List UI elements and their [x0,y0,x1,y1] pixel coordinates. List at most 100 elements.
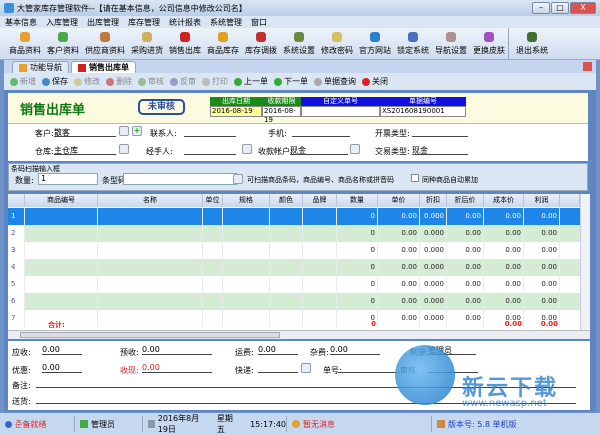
header-field-input[interactable]: 2016-08-19 [262,106,301,124]
grid-cell[interactable] [98,208,203,225]
grid-cell[interactable]: 0.00 [484,225,524,242]
customer-field[interactable]: 散客 [54,127,116,137]
grid-cell[interactable] [203,276,223,293]
toolbar-button[interactable]: 销售出库 [166,28,204,59]
toolbar-button[interactable]: 官方网站 [356,28,394,59]
express-field[interactable] [258,363,298,373]
customer-select-icon[interactable] [119,126,129,136]
grid-cell[interactable]: 0.000 [420,276,447,293]
grid-cell[interactable] [25,293,98,310]
grid-cell[interactable]: 0.00 [484,293,524,310]
grid-cell[interactable]: 0.00 [524,276,560,293]
grid-cell[interactable]: 0.00 [447,276,484,293]
toolbar-button[interactable]: 系统设置 [280,28,318,59]
grid-cell[interactable]: 0.00 [484,276,524,293]
menu-item[interactable]: 窗口 [251,17,267,28]
grid-cell[interactable] [270,225,303,242]
grid-cell[interactable] [270,276,303,293]
scroll-thumb[interactable] [20,332,280,338]
menu-item[interactable]: 入库管理 [46,17,78,28]
toolbar-button[interactable]: 更换皮肤 [470,28,509,59]
menu-item[interactable]: 统计报表 [169,17,201,28]
column-header[interactable]: 折后价 [447,194,484,207]
action-button[interactable]: 修改 [74,76,100,87]
phone-field[interactable] [292,127,350,137]
action-button[interactable]: 关闭 [362,76,388,87]
grid-cell[interactable] [98,310,203,327]
grid-cell[interactable]: 0 [337,242,378,259]
misc-field[interactable]: 0.00 [330,345,380,355]
tab-sales-outbound[interactable]: 销售出库单 [71,61,136,73]
grid-cell[interactable] [98,259,203,276]
grid-cell[interactable]: 0.00 [378,225,420,242]
grid-cell[interactable]: 0.000 [420,208,447,225]
grid-cell[interactable] [303,293,337,310]
column-header[interactable]: 颜色 [270,194,303,207]
grid-cell[interactable] [270,293,303,310]
action-button[interactable]: 单据查询 [314,76,356,87]
grid-cell[interactable]: 0.00 [378,310,420,327]
quantity-input[interactable]: 1 [38,173,98,185]
grid-cell[interactable] [303,310,337,327]
auto-accumulate-checkbox[interactable] [411,174,419,182]
contact-field[interactable] [184,127,236,137]
grid-cell[interactable] [203,208,223,225]
toolbar-button[interactable]: 供应商资料 [82,28,128,59]
action-button[interactable]: 下一单 [274,76,308,87]
grid-cell[interactable] [223,293,270,310]
grid-cell[interactable] [303,276,337,293]
grid-cell[interactable] [270,259,303,276]
grid-cell[interactable]: 0.00 [378,259,420,276]
grid-cell[interactable]: 0 [337,276,378,293]
action-button[interactable]: 审核 [138,76,164,87]
action-button[interactable]: 保存 [42,76,68,87]
column-header[interactable]: 名称 [98,194,203,207]
grid-cell[interactable] [223,310,270,327]
grid-cell[interactable] [25,225,98,242]
grid-cell[interactable]: 0.000 [420,225,447,242]
column-header[interactable]: 商品编号 [25,194,98,207]
table-row[interactable]: 4 0 0.00 0.000 0.00 0.00 0.00 [8,259,580,276]
grid-cell[interactable] [25,276,98,293]
barcode-input[interactable] [123,173,237,185]
menu-item[interactable]: 系统管理 [210,17,242,28]
grid-cell[interactable] [98,276,203,293]
vertical-scrollbar[interactable] [580,194,590,330]
table-row[interactable]: 2 0 0.00 0.000 0.00 0.00 0.00 [8,225,580,242]
grid-cell[interactable]: 0.00 [378,242,420,259]
menu-item[interactable]: 出库管理 [87,17,119,28]
table-row[interactable]: 1 0 0.00 0.000 0.00 0.00 0.00 [8,208,580,225]
handler-select-icon[interactable] [242,144,252,154]
discount-field[interactable]: 0.00 [42,363,82,373]
column-header[interactable]: 单位 [203,194,223,207]
grid-cell[interactable]: 0.000 [420,310,447,327]
maximize-button[interactable]: □ [551,2,569,14]
grid-cell[interactable]: 0.000 [420,293,447,310]
grid-cell[interactable] [25,242,98,259]
grid-cell[interactable]: 0.00 [378,293,420,310]
toolbar-button[interactable]: 锁定系统 [394,28,432,59]
invoice-type-field[interactable] [412,127,468,137]
warehouse-field[interactable]: 主仓库 [54,145,116,155]
receivable-field[interactable]: 0.00 [42,345,82,355]
add-customer-icon[interactable]: + [132,126,142,136]
express-select-icon[interactable] [301,363,311,373]
grid-cell[interactable] [25,208,98,225]
grid-cell[interactable]: 0.00 [447,225,484,242]
grid-cell[interactable] [203,293,223,310]
grid-cell[interactable]: 0.00 [378,276,420,293]
action-button[interactable]: 反审 [170,76,196,87]
grid-cell[interactable]: 0.00 [524,242,560,259]
horizontal-scrollbar[interactable] [8,330,590,339]
grid-cell[interactable] [303,242,337,259]
toolbar-button[interactable]: 采购进货 [128,28,166,59]
toolbar-button[interactable]: 修改密码 [318,28,356,59]
handler-field[interactable] [184,145,236,155]
grid-cell[interactable] [223,208,270,225]
action-button[interactable]: 打印 [202,76,228,87]
grid-cell[interactable] [270,310,303,327]
menu-item[interactable]: 基本信息 [5,17,37,28]
grid-cell[interactable]: 0.00 [447,208,484,225]
warehouse-select-icon[interactable] [119,144,129,154]
grid-cell[interactable] [303,259,337,276]
